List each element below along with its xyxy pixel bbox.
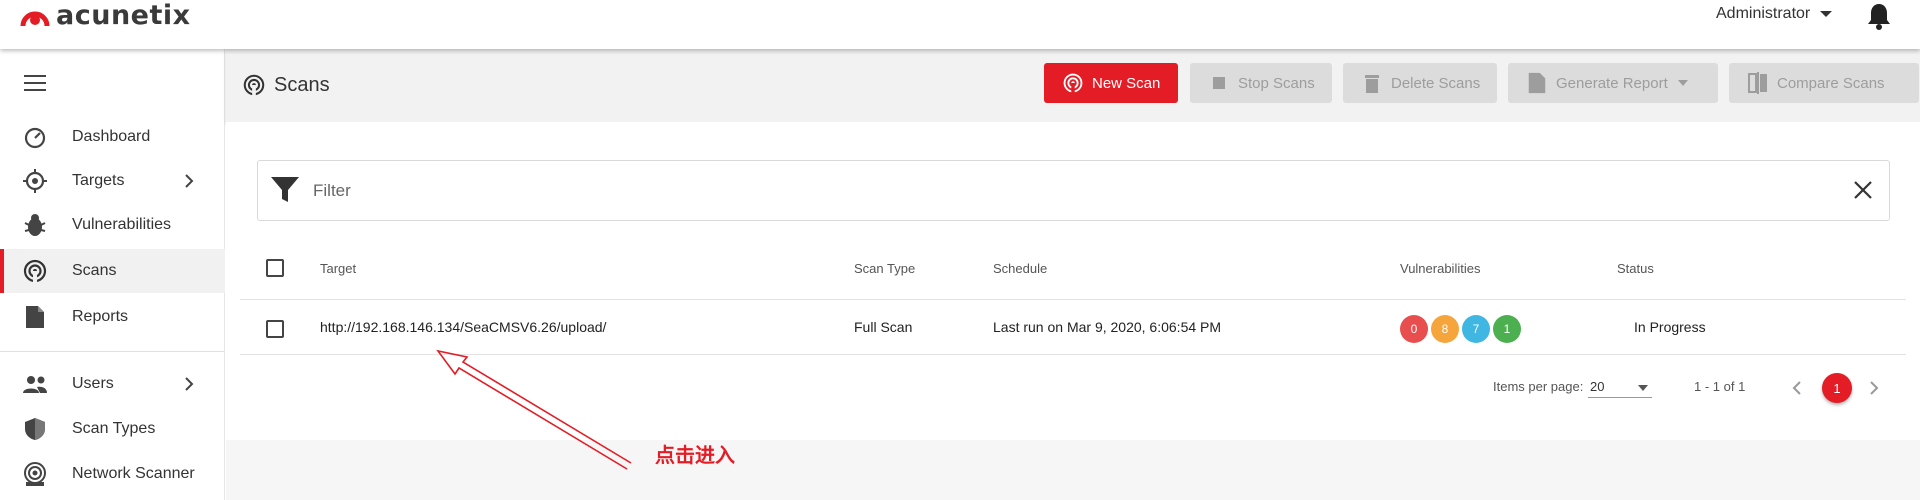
filter-icon xyxy=(271,177,299,202)
sidebar-item-scan-types[interactable]: Scan Types xyxy=(0,407,225,451)
vuln-badge-medium: 8 xyxy=(1431,315,1459,343)
sidebar-item-label: Scan Types xyxy=(72,420,156,437)
sidebar-item-label: Network Scanner xyxy=(72,465,195,482)
items-per-page-label: Items per page: xyxy=(1493,379,1584,394)
close-icon[interactable] xyxy=(1853,180,1873,200)
row-status: In Progress xyxy=(1634,319,1706,335)
items-per-page-select[interactable]: 20 xyxy=(1588,374,1652,398)
column-header-target[interactable]: Target xyxy=(320,261,356,276)
shield-icon xyxy=(22,416,48,442)
generate-report-label: Generate Report xyxy=(1556,74,1668,92)
page-title: Scans xyxy=(242,73,330,97)
scan-icon xyxy=(243,74,265,97)
sidebar-item-users[interactable]: Users xyxy=(0,362,225,406)
items-per-page-value: 20 xyxy=(1590,379,1605,394)
sidebar-item-targets[interactable]: Targets xyxy=(0,159,225,203)
pagination-range: 1 - 1 of 1 xyxy=(1694,379,1746,394)
column-header-status[interactable]: Status xyxy=(1617,261,1654,276)
bell-icon[interactable] xyxy=(1866,2,1892,30)
page-title-text: Scans xyxy=(274,73,330,96)
page-number-button[interactable]: 1 xyxy=(1822,373,1852,403)
sidebar-item-label: Targets xyxy=(72,172,125,189)
report-icon xyxy=(1528,72,1546,94)
column-header-scan-type[interactable]: Scan Type xyxy=(854,261,915,276)
sidebar-divider xyxy=(0,351,225,352)
hamburger-menu-icon[interactable] xyxy=(24,75,46,91)
stop-scans-label: Stop Scans xyxy=(1238,74,1315,92)
table-divider xyxy=(240,354,1906,355)
filter-bar[interactable]: Filter xyxy=(257,160,1890,221)
sidebar-item-label: Users xyxy=(72,375,114,392)
scan-icon xyxy=(22,258,48,284)
top-bar: acunetix Administrator xyxy=(0,0,1920,49)
delete-scans-button[interactable]: Delete Scans xyxy=(1343,63,1497,103)
stop-icon xyxy=(1213,77,1225,89)
sidebar: Dashboard Targets Vulnerabilities Scans … xyxy=(0,49,225,500)
caret-down-icon xyxy=(1638,385,1648,391)
report-icon xyxy=(22,304,48,330)
sidebar-item-scans[interactable]: Scans xyxy=(0,249,225,293)
acunetix-logo-icon xyxy=(20,11,50,27)
select-all-checkbox[interactable] xyxy=(266,259,284,277)
sidebar-item-vulnerabilities[interactable]: Vulnerabilities xyxy=(0,203,225,247)
caret-down-icon xyxy=(1677,80,1688,86)
sidebar-item-label: Reports xyxy=(72,308,129,325)
caret-down-icon xyxy=(1820,11,1833,17)
compare-icon xyxy=(1748,72,1767,94)
chevron-left-icon[interactable] xyxy=(1791,380,1803,396)
new-scan-label: New Scan xyxy=(1092,74,1161,92)
vuln-badge-info: 1 xyxy=(1493,315,1521,343)
vuln-badge-high: 0 xyxy=(1400,315,1428,343)
vulnerability-badges: 0 8 7 1 xyxy=(1400,315,1521,343)
users-icon xyxy=(22,371,48,397)
bug-icon xyxy=(22,212,48,238)
stop-scans-button[interactable]: Stop Scans xyxy=(1190,63,1332,103)
row-checkbox[interactable] xyxy=(266,320,284,338)
target-icon xyxy=(22,168,48,194)
compare-scans-button[interactable]: Compare Scans xyxy=(1729,63,1919,103)
logo-text: acunetix xyxy=(56,0,191,31)
row-schedule: Last run on Mar 9, 2020, 6:06:54 PM xyxy=(993,319,1222,335)
sidebar-item-label: Scans xyxy=(72,262,117,279)
sidebar-item-label: Vulnerabilities xyxy=(72,216,172,233)
column-header-vulnerabilities[interactable]: Vulnerabilities xyxy=(1400,261,1480,276)
table-divider xyxy=(240,299,1906,300)
chevron-right-icon xyxy=(185,377,194,391)
sidebar-item-network-scanner[interactable]: Network Scanner xyxy=(0,452,225,496)
sidebar-item-dashboard[interactable]: Dashboard xyxy=(0,115,225,159)
compare-scans-label: Compare Scans xyxy=(1777,74,1885,92)
annotation-text: 点击进入 xyxy=(655,443,735,467)
delete-scans-label: Delete Scans xyxy=(1391,74,1481,92)
generate-report-button[interactable]: Generate Report xyxy=(1508,63,1718,103)
sidebar-item-label: Dashboard xyxy=(72,128,151,145)
trash-icon xyxy=(1365,75,1379,93)
acunetix-logo[interactable]: acunetix xyxy=(20,0,191,31)
user-menu[interactable]: Administrator xyxy=(1716,5,1833,23)
row-target-link[interactable]: http://192.168.146.134/SeaCMSV6.26/uploa… xyxy=(320,319,606,335)
content-footer-area xyxy=(226,440,1920,500)
sidebar-item-reports[interactable]: Reports xyxy=(0,295,225,339)
vuln-badge-low: 7 xyxy=(1462,315,1490,343)
network-scanner-icon xyxy=(22,461,48,487)
scan-icon xyxy=(1063,73,1083,94)
dashboard-icon xyxy=(22,124,48,150)
column-header-schedule[interactable]: Schedule xyxy=(993,261,1047,276)
chevron-right-icon[interactable] xyxy=(1868,380,1880,396)
row-scan-type: Full Scan xyxy=(854,319,913,335)
new-scan-button[interactable]: New Scan xyxy=(1044,63,1178,103)
page-header: Scans New Scan Stop Scans Delete Scans G… xyxy=(226,49,1920,122)
chevron-right-icon xyxy=(185,174,194,188)
user-name: Administrator xyxy=(1716,5,1811,22)
filter-label: Filter xyxy=(313,181,351,200)
